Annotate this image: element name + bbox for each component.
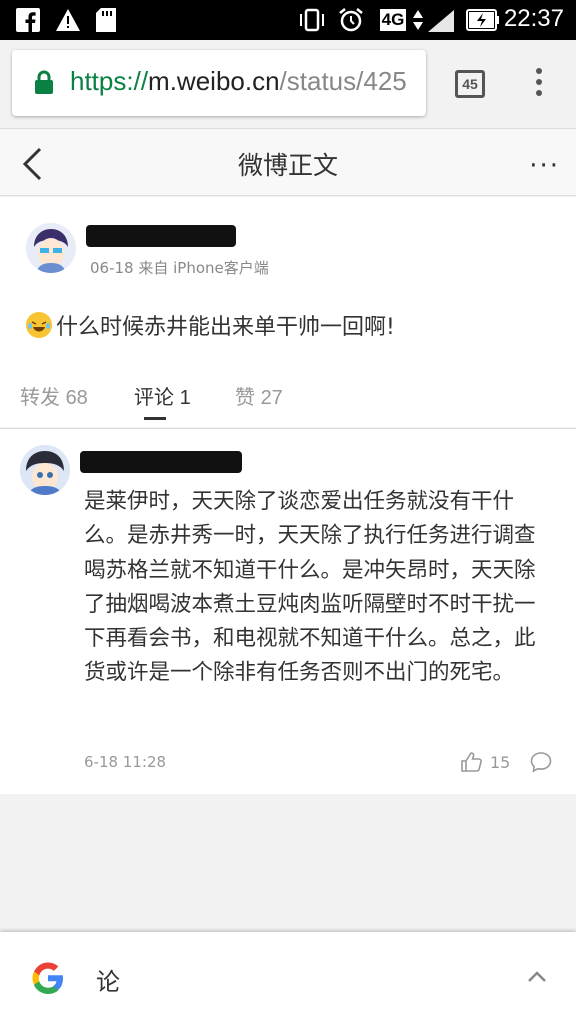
- tab-reposts-label: 转发: [20, 387, 60, 409]
- comment-text: 是莱伊时，天天除了谈恋爱出任务就没有干什么。是赤井秀一时，天天除了执行任务进行调…: [84, 489, 536, 686]
- weibo-post: 06-18 来自 iPhone客户端 什么时候赤井能出来单干帅一回啊! 转发 6…: [0, 197, 576, 427]
- commenter-avatar[interactable]: [20, 445, 70, 495]
- page-title: 微博正文: [237, 151, 338, 180]
- search-query: 论: [96, 968, 120, 996]
- signal-icon: [410, 7, 456, 33]
- thumbs-up-icon: [461, 752, 482, 772]
- google-search-bar[interactable]: 论: [0, 932, 576, 1024]
- post-text: 什么时候赤井能出来单干帅一回啊!: [56, 315, 395, 340]
- tab-reposts-count: 68: [65, 387, 88, 409]
- google-logo-icon: [32, 962, 63, 994]
- like-button[interactable]: 15: [460, 751, 510, 773]
- tab-reposts[interactable]: 转发 68: [20, 381, 88, 410]
- comment-time: 6-18 11:28: [84, 753, 167, 771]
- like-count: 15: [490, 752, 511, 772]
- laughing-emoji-icon: [26, 312, 52, 338]
- browser-menu-icon[interactable]: [530, 68, 548, 100]
- status-bar: 4G 22:37: [0, 0, 576, 40]
- network-label: 4G: [379, 9, 407, 31]
- page-background: [0, 794, 576, 898]
- chevron-up-icon[interactable]: [526, 966, 548, 988]
- network-4g-icon: 4G: [378, 7, 408, 33]
- author-name-redacted: [86, 225, 236, 247]
- lock-icon: [35, 70, 53, 94]
- active-tab-indicator: [144, 417, 166, 420]
- post-content: 什么时候赤井能出来单干帅一回啊!: [26, 309, 395, 341]
- more-options-button[interactable]: ···: [529, 151, 560, 181]
- post-tabs: 转发 68 评论 1 赞 27: [0, 369, 576, 427]
- facebook-icon: [16, 7, 40, 33]
- alarm-icon: [338, 7, 364, 33]
- sd-card-icon: [96, 7, 116, 33]
- url-text[interactable]: https://m.weibo.cn/status/425: [70, 66, 407, 97]
- reply-bubble-icon[interactable]: [530, 751, 552, 773]
- vibrate-icon: [298, 7, 326, 33]
- tab-likes-label: 赞: [235, 387, 255, 409]
- warning-icon: [56, 7, 80, 33]
- commenter-name-redacted: [80, 451, 242, 473]
- url-host: m.weibo.cn: [148, 66, 280, 96]
- battery-charging-icon: [466, 7, 500, 33]
- tab-switcher-button[interactable]: 45: [455, 70, 485, 98]
- url-bar[interactable]: https://m.weibo.cn/status/425: [12, 50, 426, 116]
- tab-comments-count: 1: [179, 387, 191, 409]
- clock: 22:37: [503, 5, 564, 32]
- tab-likes-count: 27: [260, 387, 283, 409]
- url-path: /status/425: [279, 66, 407, 96]
- comment-item: 是莱伊时，天天除了谈恋爱出任务就没有干什么。是赤井秀一时，天天除了执行任务进行调…: [0, 428, 576, 794]
- tab-comments-label: 评论: [134, 387, 174, 409]
- browser-toolbar: https://m.weibo.cn/status/425 45: [0, 40, 576, 128]
- url-protocol: https://: [70, 66, 149, 96]
- tab-likes[interactable]: 赞 27: [235, 381, 283, 410]
- tab-comments[interactable]: 评论 1: [134, 381, 191, 410]
- author-avatar[interactable]: [26, 223, 76, 273]
- app-header: 微博正文 ···: [0, 128, 576, 196]
- post-meta: 06-18 来自 iPhone客户端: [90, 259, 269, 277]
